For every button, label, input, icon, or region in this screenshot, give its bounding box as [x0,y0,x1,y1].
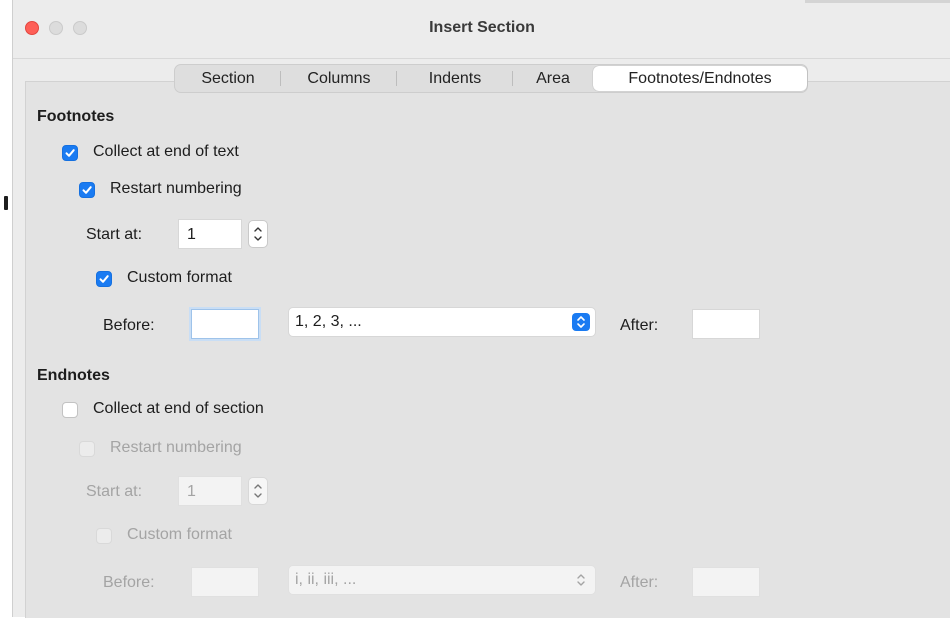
endnotes-custom-format-checkbox[interactable] [96,528,112,544]
tab-section[interactable]: Section [175,65,281,92]
background-window [0,0,12,617]
chevron-up-down-icon [572,313,590,331]
tab-label: Columns [307,70,371,87]
footnotes-after-input[interactable] [692,309,760,339]
tab-label: Footnotes/Endnotes [628,70,772,87]
tab-columns[interactable]: Columns [281,65,397,92]
checkmark-icon [99,275,109,283]
endnotes-format-value: i, ii, iii, ... [295,571,357,588]
endnotes-collect-checkbox[interactable] [62,402,78,418]
footnotes-before-input[interactable] [191,309,259,339]
stepper-arrows-icon [254,227,262,241]
footnotes-custom-format-checkbox[interactable] [96,271,112,287]
endnotes-restart-label: Restart numbering [110,439,242,456]
footnotes-collect-label: Collect at end of text [93,143,239,160]
tab-bar: Section Columns Indents Area Footnotes/E… [174,64,808,93]
tab-label: Section [201,70,255,87]
endnotes-collect-label: Collect at end of section [93,400,264,417]
tab-area[interactable]: Area [513,65,593,92]
endnotes-restart-checkbox[interactable] [79,441,95,457]
endnotes-format-select[interactable]: i, ii, iii, ... [288,565,596,595]
footnotes-restart-label: Restart numbering [110,180,242,197]
footnotes-after-label: After: [620,317,659,334]
endnotes-custom-format-label: Custom format [127,526,232,543]
chevron-up-down-icon [572,571,590,589]
tab-label: Area [536,70,570,87]
footnotes-start-at-label: Start at: [86,226,143,243]
endnotes-before-input[interactable] [191,567,259,597]
footnotes-custom-format-label: Custom format [127,269,232,286]
endnotes-after-input[interactable] [692,567,760,597]
tab-footnotes-endnotes[interactable]: Footnotes/Endnotes [593,66,807,91]
window-edge [805,0,950,3]
window-title: Insert Section [429,19,535,36]
endnotes-start-at-input[interactable]: 1 [178,476,242,506]
checkmark-icon [82,186,92,194]
footnotes-collect-checkbox[interactable] [62,145,78,161]
footnotes-restart-checkbox[interactable] [79,182,95,198]
tab-label: Indents [428,70,482,87]
endnotes-before-label: Before: [103,574,155,591]
checkmark-icon [65,149,75,157]
endnotes-after-label: After: [620,574,659,591]
endnotes-start-at-label: Start at: [86,483,143,500]
footnotes-format-select[interactable]: 1, 2, 3, ... [288,307,596,337]
footnotes-format-value: 1, 2, 3, ... [295,313,362,330]
title-bar: Insert Section [13,0,950,59]
tab-indents[interactable]: Indents [397,65,513,92]
footnotes-heading: Footnotes [37,108,115,125]
endnotes-start-at-stepper[interactable] [248,477,268,505]
background-text-fragment [4,196,8,210]
footnotes-start-at-input[interactable]: 1 [178,219,242,249]
stepper-arrows-icon [254,484,262,498]
footnotes-before-label: Before: [103,317,155,334]
endnotes-heading: Endnotes [37,367,110,384]
footnotes-start-at-stepper[interactable] [248,220,268,248]
insert-section-dialog: Insert Section Section Columns Indents A… [12,0,950,618]
